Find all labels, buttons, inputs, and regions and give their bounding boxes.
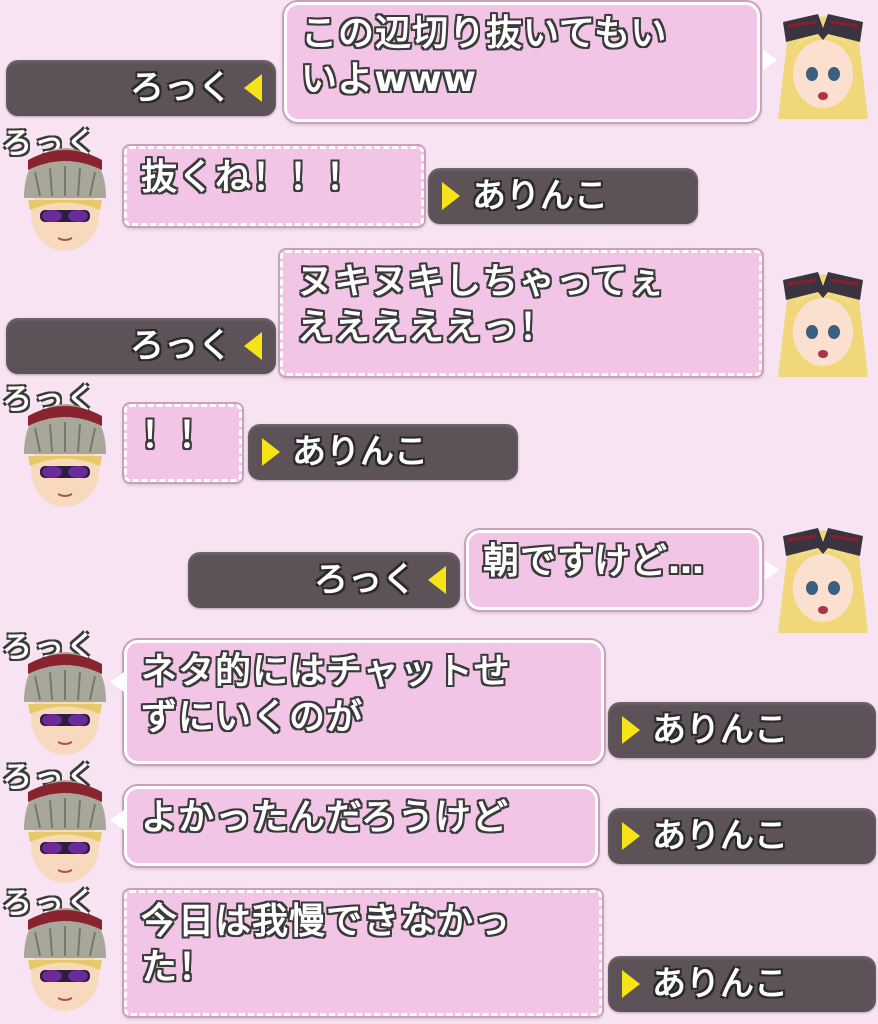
- speaker-nameplate: ありんこ: [428, 168, 698, 224]
- right-pointer-icon: [622, 822, 640, 850]
- chat-bubble: 今日は我慢できなかっ た！: [124, 890, 602, 1016]
- knit-cap-sunglasses-avatar: [10, 900, 120, 1020]
- knit-cap-sunglasses-avatar: [10, 396, 120, 516]
- speaker-name: ろっく: [314, 560, 416, 600]
- speaker-name: ありんこ: [652, 710, 788, 750]
- chat-bubble: この辺切り抜いてもい いよwww: [284, 2, 760, 122]
- chat-bubble-text: よかったんだろうけど: [141, 797, 509, 838]
- speaker-name: ありんこ: [472, 176, 608, 216]
- speaker-name: ありんこ: [292, 432, 428, 472]
- chat-bubble: 朝ですけど…: [466, 530, 762, 610]
- speaker-nameplate: ろっく: [6, 60, 276, 116]
- knit-cap-sunglasses-avatar: [10, 140, 120, 260]
- knit-cap-sunglasses-avatar: [10, 772, 120, 892]
- speaker-name: ありんこ: [652, 816, 788, 856]
- blonde-girl-bow-avatar: [768, 518, 878, 638]
- left-pointer-icon: [428, 566, 446, 594]
- speaker-nameplate: ろっく: [188, 552, 460, 608]
- speaker-nameplate: ありんこ: [608, 808, 876, 864]
- chat-bubble: ネタ的にはチャットせ ずにいくのが: [124, 640, 604, 764]
- right-pointer-icon: [262, 438, 280, 466]
- chat-bubble: ！！: [124, 404, 242, 482]
- chat-bubble: よかったんだろうけど: [124, 786, 598, 866]
- speaker-nameplate: ありんこ: [248, 424, 518, 480]
- right-pointer-icon: [622, 716, 640, 744]
- speaker-nameplate: ありんこ: [608, 702, 876, 758]
- speaker-name: ありんこ: [652, 964, 788, 1004]
- right-pointer-icon: [442, 182, 460, 210]
- chat-bubble-text: 今日は我慢できなかっ た！: [141, 901, 512, 988]
- chat-bubble: 抜くね！！！: [124, 146, 424, 226]
- chat-bubble-text: 朝ですけど…: [483, 541, 706, 582]
- speaker-nameplate: ありんこ: [608, 956, 876, 1012]
- speaker-nameplate: ろっく: [6, 318, 276, 374]
- chat-bubble-text: ヌキヌキしちゃってぇ えええええっ！: [297, 261, 666, 348]
- chat-bubble-text: この辺切り抜いてもい いよwww: [301, 13, 668, 100]
- blonde-girl-bow-avatar: [768, 262, 878, 382]
- bubble-tail: [110, 810, 124, 830]
- knit-cap-sunglasses-avatar: [10, 644, 120, 764]
- blonde-girl-bow-avatar: [768, 4, 878, 124]
- chat-bubble-text: ！！: [141, 415, 216, 456]
- left-pointer-icon: [244, 74, 262, 102]
- left-pointer-icon: [244, 332, 262, 360]
- chat-bubble-text: 抜くね！！！: [141, 157, 364, 198]
- speaker-name: ろっく: [130, 68, 232, 108]
- bubble-tail: [110, 672, 124, 692]
- right-pointer-icon: [622, 970, 640, 998]
- chat-bubble: ヌキヌキしちゃってぇ えええええっ！: [280, 250, 762, 376]
- chat-bubble-text: ネタ的にはチャットせ ずにいくのが: [141, 651, 511, 738]
- speaker-name: ろっく: [130, 326, 232, 366]
